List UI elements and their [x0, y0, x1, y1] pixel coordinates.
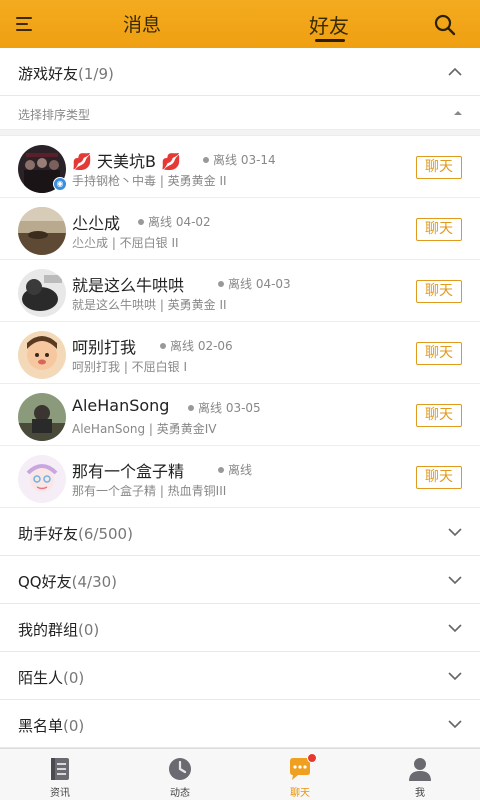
sort-type-selector[interactable]: 选择排序类型 — [0, 96, 480, 130]
lips-icon: 💋 — [72, 152, 92, 171]
section-qq-friends[interactable]: QQ好友(4/30) — [0, 556, 480, 604]
news-icon — [51, 758, 69, 780]
avatar[interactable] — [18, 207, 66, 255]
section-game-friends[interactable]: 游戏好友(1/9) — [0, 48, 480, 96]
notification-dot — [307, 753, 317, 763]
friend-detail: 那有一个盒子精 | 热血青铜III — [72, 484, 227, 498]
friend-name: 尐尐成 — [72, 214, 121, 233]
nav-feed[interactable]: 动态 — [120, 749, 240, 800]
section-blacklist[interactable]: 黑名单(0) — [0, 700, 480, 748]
online-status: 离线 02-06 — [160, 337, 233, 354]
friend-name: AleHanSong — [72, 396, 170, 415]
dropdown-arrow-icon — [454, 111, 462, 115]
chevron-down-icon — [448, 576, 462, 585]
user-icon — [409, 758, 431, 781]
chevron-down-icon — [448, 624, 462, 633]
online-status: 离线 03-05 — [188, 399, 261, 416]
online-status: 离线 — [218, 461, 252, 478]
chevron-down-icon — [448, 672, 462, 681]
tab-messages[interactable]: 消息 — [123, 10, 161, 37]
nav-me[interactable]: 我 — [360, 749, 480, 800]
friends-list: 游戏好友(1/9) 选择排序类型 ◉ 💋 天美坑B 💋 离线 03-14 手持钢… — [0, 48, 480, 748]
friend-detail: AleHanSong | 英勇黄金IV — [72, 422, 217, 436]
section-title: 黑名单(0) — [18, 717, 85, 735]
avatar[interactable] — [18, 269, 66, 317]
tab-friends[interactable]: 好友 — [309, 10, 349, 42]
section-title: 我的群组(0) — [18, 621, 100, 639]
chat-button[interactable]: 聊天 — [416, 404, 462, 427]
lips-icon: 💋 — [161, 152, 182, 171]
friend-name: 那有一个盒子精 — [72, 462, 185, 481]
nav-chat[interactable]: 聊天 — [240, 749, 360, 800]
app: 消息 好友 游戏好友(1/9) 选择排序类型 ◉ 💋 天美坑B 💋 离线 03-… — [0, 0, 480, 800]
nav-label: 资讯 — [50, 788, 70, 799]
friend-name: 呵别打我 — [72, 338, 137, 357]
avatar[interactable] — [18, 455, 66, 503]
search-icon[interactable] — [433, 13, 457, 37]
friend-detail: 手持钢枪丶中毒 | 英勇黄金 II — [72, 174, 227, 188]
section-my-groups[interactable]: 我的群组(0) — [0, 604, 480, 652]
online-status: 离线 03-14 — [203, 151, 276, 168]
chevron-down-icon — [448, 720, 462, 729]
top-bar: 消息 好友 — [0, 0, 480, 48]
avatar[interactable] — [18, 393, 66, 441]
section-title: QQ好友(4/30) — [18, 573, 118, 591]
menu-icon[interactable] — [14, 12, 40, 36]
section-title: 陌生人(0) — [18, 669, 85, 687]
friend-row[interactable]: 就是这么牛哄哄 离线 04-03 就是这么牛哄哄 | 英勇黄金 II 聊天 — [0, 260, 480, 322]
friend-name: 💋 天美坑B 💋 — [72, 152, 182, 171]
friend-detail: 就是这么牛哄哄 | 英勇黄金 II — [72, 298, 227, 312]
friend-row[interactable]: AleHanSong 离线 03-05 AleHanSong | 英勇黄金IV … — [0, 384, 480, 446]
section-title: 助手好友(6/500) — [18, 525, 133, 543]
friend-row[interactable]: 尐尐成 离线 04-02 尐尐成 | 不屈白银 II 聊天 — [0, 198, 480, 260]
friend-detail: 尐尐成 | 不屈白银 II — [72, 236, 179, 250]
online-status: 离线 04-03 — [218, 275, 291, 292]
nav-label: 聊天 — [290, 788, 310, 799]
chat-button[interactable]: 聊天 — [416, 466, 462, 489]
friend-detail: 呵别打我 | 不屈白银 I — [72, 360, 188, 374]
chevron-down-icon — [448, 528, 462, 537]
clock-icon — [169, 758, 191, 780]
section-strangers[interactable]: 陌生人(0) — [0, 652, 480, 700]
chat-button[interactable]: 聊天 — [416, 280, 462, 303]
friend-name: 就是这么牛哄哄 — [72, 276, 185, 295]
section-assistant-friends[interactable]: 助手好友(6/500) — [0, 508, 480, 556]
sort-type-label: 选择排序类型 — [18, 108, 91, 122]
chevron-up-icon — [448, 67, 462, 76]
chat-button[interactable]: 聊天 — [416, 342, 462, 365]
friend-row[interactable]: ◉ 💋 天美坑B 💋 离线 03-14 手持钢枪丶中毒 | 英勇黄金 II 聊天 — [0, 136, 480, 198]
active-tab-indicator — [315, 39, 345, 42]
qq-badge-icon: ◉ — [53, 177, 67, 191]
nav-label: 动态 — [170, 788, 190, 799]
online-status: 离线 04-02 — [138, 213, 211, 230]
avatar[interactable] — [18, 331, 66, 379]
nav-news[interactable]: 资讯 — [0, 749, 120, 800]
chat-button[interactable]: 聊天 — [416, 156, 462, 179]
bottom-nav: 资讯 动态 聊天 我 — [0, 748, 480, 800]
chat-button[interactable]: 聊天 — [416, 218, 462, 241]
section-title: 游戏好友(1/9) — [18, 65, 114, 83]
tab-friends-label: 好友 — [309, 14, 349, 38]
nav-label: 我 — [415, 788, 425, 799]
friend-row[interactable]: 呵别打我 离线 02-06 呵别打我 | 不屈白银 I 聊天 — [0, 322, 480, 384]
friend-row[interactable]: 那有一个盒子精 离线 那有一个盒子精 | 热血青铜III 聊天 — [0, 446, 480, 508]
